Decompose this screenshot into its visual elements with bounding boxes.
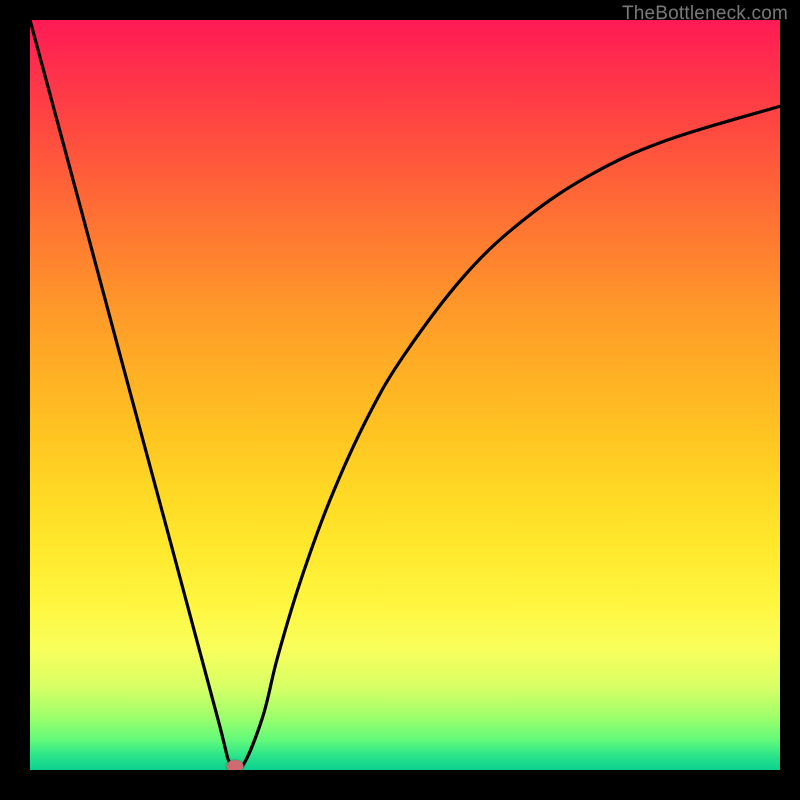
plot-area <box>30 20 780 770</box>
watermark-text: TheBottleneck.com <box>622 3 788 25</box>
min-point-marker <box>226 760 243 770</box>
bottleneck-curve <box>30 20 780 770</box>
chart-frame: TheBottleneck.com <box>0 0 800 800</box>
curve-path <box>30 20 780 770</box>
